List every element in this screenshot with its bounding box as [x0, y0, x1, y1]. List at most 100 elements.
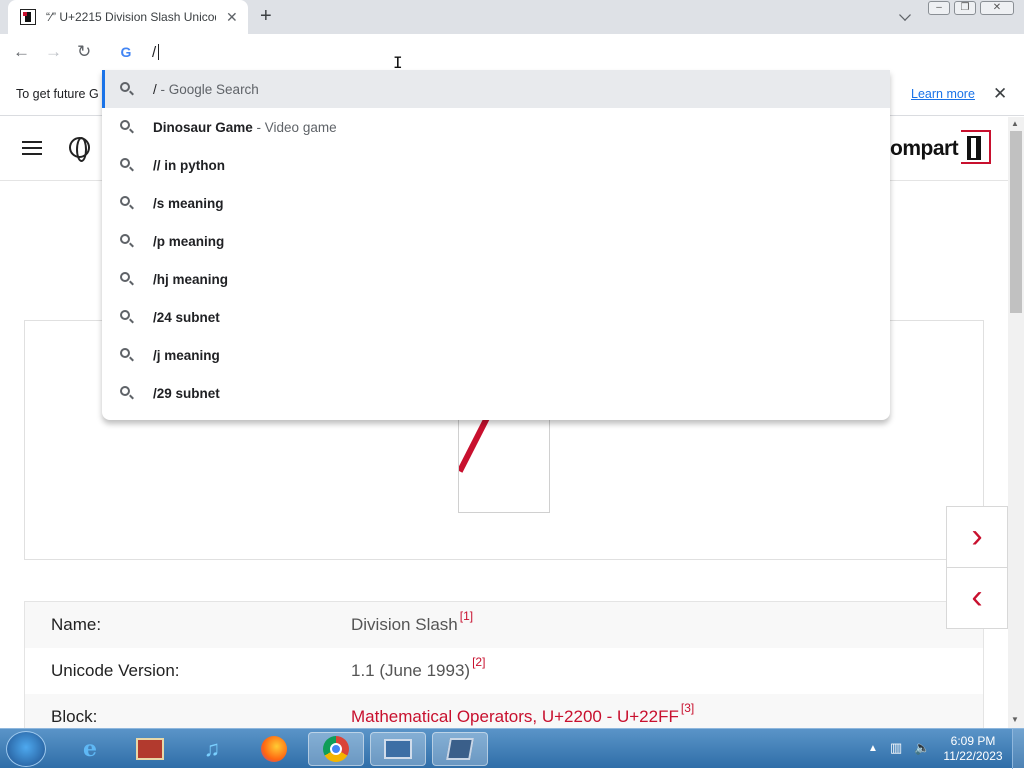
suggestion-item[interactable]: /24 subnet	[102, 298, 890, 336]
search-icon	[120, 386, 130, 396]
suggestion-text: Dinosaur Game - Video game	[153, 120, 337, 135]
tab-close-icon[interactable]: ✕	[226, 9, 238, 26]
search-icon	[120, 158, 130, 168]
suggestion-text: /p meaning	[153, 234, 224, 249]
chrome-icon[interactable]	[308, 732, 364, 766]
suggestion-query: // in python	[153, 157, 225, 173]
compart-logo-icon[interactable]	[961, 130, 991, 164]
search-icon	[120, 120, 130, 130]
forward-button[interactable]: →	[45, 43, 62, 61]
suggestion-query: /24 subnet	[153, 309, 220, 325]
suggestion-text: // in python	[153, 158, 225, 173]
suggestion-item[interactable]: /s meaning	[102, 184, 890, 222]
footnote-ref[interactable]: [3]	[681, 701, 694, 715]
reload-button[interactable]: ↻	[77, 43, 91, 61]
itunes-icon[interactable]: ♫	[184, 732, 240, 766]
learn-more-link[interactable]: Learn more	[911, 87, 975, 101]
windows-taskbar: e ♫ ▲ ▥ 🔈 6:09 PM 11/22/2023	[0, 728, 1024, 769]
scrollbar-thumb[interactable]	[1010, 131, 1022, 313]
suggestion-text: /29 subnet	[153, 386, 220, 401]
scroll-down-icon[interactable]: ▼	[1011, 715, 1019, 724]
name-value: Division Slash	[351, 615, 458, 634]
internet-explorer-icon[interactable]: e	[62, 732, 118, 766]
property-value: 1.1 (June 1993) [2]	[351, 655, 485, 681]
suggestion-query: Dinosaur Game	[153, 119, 253, 135]
text-cursor-icon: I	[393, 53, 403, 72]
scroll-up-icon[interactable]: ▲	[1011, 119, 1019, 128]
footnote-ref[interactable]: [1]	[460, 609, 473, 623]
file-manager-icon[interactable]	[122, 732, 178, 766]
suggestion-item[interactable]: /j meaning	[102, 336, 890, 374]
hamburger-menu-icon[interactable]	[22, 141, 42, 155]
property-value: Mathematical Operators, U+2200 - U+22FF[…	[351, 701, 694, 727]
tray-arrow-icon[interactable]: ▲	[868, 743, 878, 754]
suggestion-item[interactable]: /hj meaning	[102, 260, 890, 298]
start-button[interactable]	[6, 731, 46, 767]
suggestion-item[interactable]: /29 subnet	[102, 374, 890, 412]
suggestion-query: /p meaning	[153, 233, 225, 249]
property-key: Name:	[51, 615, 102, 634]
compart-favicon-icon	[20, 9, 36, 25]
clock-time: 6:09 PM	[950, 734, 996, 748]
search-icon	[120, 196, 130, 206]
network-app-icon[interactable]	[432, 732, 488, 766]
suggestion-item[interactable]: // in python	[102, 146, 890, 184]
suggestion-text: / - Google Search	[153, 82, 259, 97]
version-value: 1.1 (June 1993)	[351, 661, 471, 680]
suggestion-query: /j meaning	[153, 347, 220, 363]
search-icon	[120, 234, 130, 244]
suggestion-text: /s meaning	[153, 196, 224, 211]
clock-date: 11/22/2023	[943, 749, 1003, 763]
search-icon	[120, 272, 130, 282]
suggestion-query: /s meaning	[153, 195, 224, 211]
new-tab-button[interactable]: +	[260, 6, 272, 26]
tab-title: “∕” U+2215 Division Slash Unicode	[46, 10, 216, 24]
omnibox[interactable]: G	[104, 34, 890, 70]
remote-desktop-icon[interactable]	[370, 732, 426, 766]
text-caret	[158, 44, 159, 60]
omnibox-suggestions: / - Google Search Dinosaur Game - Video g…	[102, 70, 890, 420]
suggestion-text: /j meaning	[153, 348, 220, 363]
properties-table: Name: Division Slash [1] Unicode Version:…	[24, 601, 984, 728]
search-icon	[120, 310, 130, 320]
suggestion-query: /hj meaning	[153, 271, 229, 287]
suggestion-text: /24 subnet	[153, 310, 220, 325]
suggestion-query: /29 subnet	[153, 385, 220, 401]
google-g-icon: G	[120, 44, 132, 60]
suggestion-item[interactable]: / - Google Search	[102, 70, 890, 108]
page-scrollbar[interactable]: ▲ ▼	[1008, 117, 1024, 728]
tab-search-chevron-icon[interactable]	[899, 9, 911, 21]
system-clock[interactable]: 6:09 PM 11/22/2023	[942, 734, 1004, 764]
table-row: Unicode Version: 1.1 (June 1993) [2]	[25, 648, 983, 694]
info-bar-close-icon[interactable]: ✕	[993, 84, 1007, 104]
suggestion-subtext: - Video game	[252, 119, 337, 135]
next-character-button[interactable]: ›	[946, 506, 1008, 568]
browser-titlebar: “∕” U+2215 Division Slash Unicode ✕ + – …	[0, 0, 1024, 34]
info-bar-text: To get future G	[16, 87, 99, 101]
tab-active[interactable]: “∕” U+2215 Division Slash Unicode ✕	[8, 0, 248, 34]
property-value: Division Slash [1]	[351, 609, 473, 635]
globe-language-icon[interactable]	[69, 137, 90, 162]
close-window-button[interactable]: ✕	[980, 1, 1014, 15]
site-logo-text[interactable]: ompart	[890, 137, 959, 161]
back-button[interactable]: ←	[13, 43, 30, 61]
suggestion-text: /hj meaning	[153, 272, 228, 287]
minimize-button[interactable]: –	[928, 1, 950, 15]
search-icon	[120, 348, 130, 358]
search-icon	[120, 82, 130, 92]
table-row: Name: Division Slash [1]	[25, 602, 983, 648]
property-key: Block:	[51, 707, 98, 726]
footnote-ref[interactable]: [2]	[472, 655, 485, 669]
firefox-icon[interactable]	[246, 732, 302, 766]
network-tray-icon[interactable]: ▥	[890, 740, 902, 756]
show-desktop-button[interactable]	[1012, 729, 1024, 769]
table-row: Block: Mathematical Operators, U+2200 - …	[25, 694, 983, 728]
restore-button[interactable]: ❐	[954, 1, 976, 15]
volume-muted-icon[interactable]: 🔈	[914, 740, 930, 756]
suggestion-subtext: - Google Search	[156, 81, 259, 97]
property-key: Unicode Version:	[51, 661, 180, 680]
block-link[interactable]: Mathematical Operators, U+2200 - U+22FF	[351, 707, 679, 726]
suggestion-item[interactable]: /p meaning	[102, 222, 890, 260]
previous-character-button[interactable]: ‹	[946, 567, 1008, 629]
suggestion-item[interactable]: Dinosaur Game - Video game	[102, 108, 890, 146]
